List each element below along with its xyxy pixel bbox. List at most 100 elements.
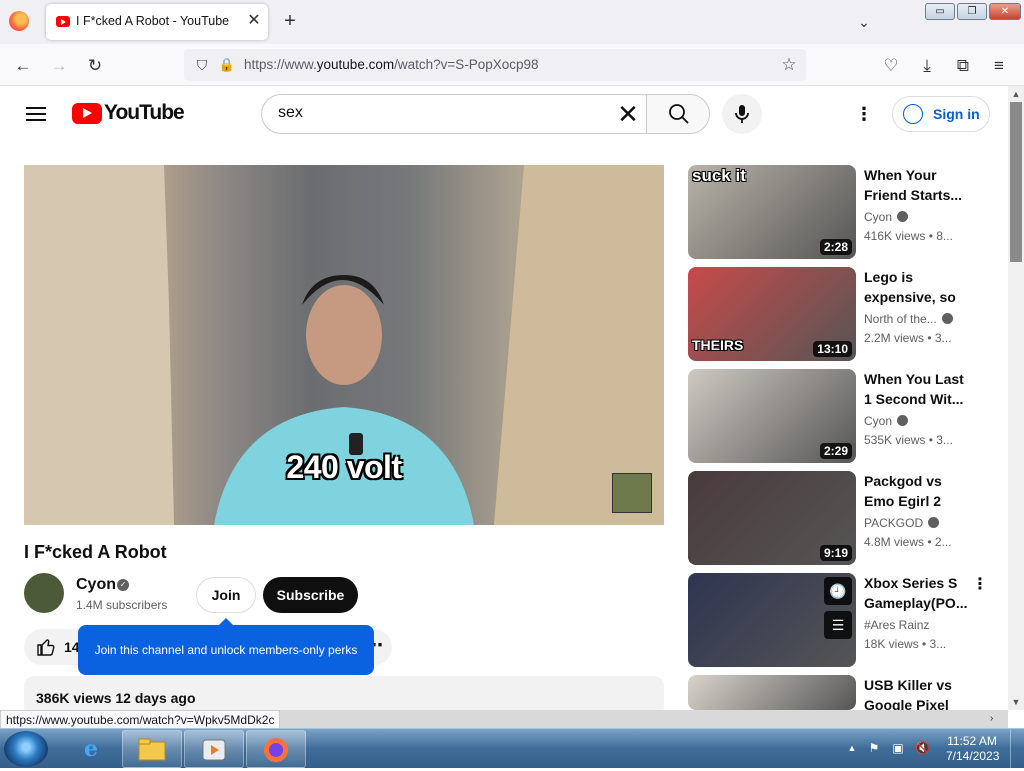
youtube-favicon-icon: [56, 16, 70, 27]
join-tooltip: Join this channel and unlock members-onl…: [78, 618, 374, 675]
youtube-masthead: YouTube ✕ ⋮ Sign in: [0, 86, 1008, 142]
recommendation-meta: 18K views • 3...: [864, 637, 947, 651]
recommendation-thumbnail[interactable]: 2:29: [688, 369, 856, 463]
recommendation-channel[interactable]: North of the...: [864, 312, 953, 326]
settings-more-icon[interactable]: ⋮: [852, 102, 876, 126]
join-button[interactable]: Join: [196, 577, 256, 613]
verified-badge-icon: [897, 415, 909, 426]
verified-badge-icon: ✓: [117, 579, 129, 591]
show-desktop-button[interactable]: [1010, 729, 1024, 769]
recommendation-title[interactable]: When You Last 1 Second Wit...: [864, 369, 968, 411]
url-domain: youtube.com: [316, 57, 395, 72]
window-maximize-button[interactable]: ❐: [957, 3, 987, 20]
folder-icon: [137, 736, 167, 764]
microphone-icon: [735, 105, 749, 123]
channel-watermark[interactable]: [612, 473, 652, 513]
tab-close-icon[interactable]: ✕: [243, 10, 265, 32]
guide-menu-icon[interactable]: [24, 103, 48, 123]
sign-in-button[interactable]: Sign in: [892, 96, 990, 132]
recommendation-channel[interactable]: Cyon: [864, 210, 909, 224]
recommendation-card[interactable]: USB Killer vs Google Pixel 2...: [688, 675, 988, 713]
recommendation-card[interactable]: suck it 2:28 When Your Friend Starts... Cyo…: [688, 165, 988, 259]
browser-tab[interactable]: I F*cked A Robot - YouTube ✕: [46, 4, 268, 40]
recommendation-thumbnail[interactable]: [688, 675, 856, 710]
url-bar[interactable]: ⛉ 🔒 https://www.youtube.com/watch?v=S-Po…: [184, 49, 806, 81]
recommendation-title[interactable]: When Your Friend Starts...: [864, 165, 968, 207]
youtube-logo-icon[interactable]: [72, 103, 102, 124]
url-path: /watch?v=S-PopXocp98: [394, 57, 539, 72]
forward-icon[interactable]: →: [46, 53, 72, 79]
extensions-icon[interactable]: ⧉: [950, 53, 976, 79]
tab-title: I F*cked A Robot - YouTube: [76, 14, 230, 28]
status-link-preview: https://www.youtube.com/watch?v=Wpkv5MdD…: [0, 710, 281, 730]
youtube-logo-text[interactable]: YouTube: [104, 101, 185, 125]
recommendation-channel-name: PACKGOD: [864, 516, 924, 530]
back-icon[interactable]: ←: [10, 53, 36, 79]
video-caption: 240 volt: [286, 449, 402, 485]
recommendation-meta: 416K views • 8...: [864, 229, 953, 243]
browser-tab-strip: I F*cked A Robot - YouTube ✕ + ⌄ ▭ ❐ ✕: [0, 0, 1024, 44]
recommendation-thumbnail[interactable]: 🕘 ☰: [688, 573, 856, 667]
recommendation-channel[interactable]: #Ares Rainz: [864, 618, 929, 632]
scroll-down-icon[interactable]: ▼: [1010, 696, 1022, 708]
volume-muted-icon[interactable]: 🔇: [915, 741, 930, 755]
firefox-icon: [261, 736, 291, 764]
tracking-shield-icon[interactable]: ⛉: [192, 55, 212, 75]
search-button[interactable]: [646, 94, 710, 134]
channel-avatar[interactable]: [24, 573, 64, 613]
thumbnail-overlay-text: suck it: [692, 166, 746, 185]
video-player[interactable]: 240 volt: [24, 165, 664, 525]
recommendation-card[interactable]: 🕘 ☰ ⋮ Xbox Series S Gameplay(PO... #Ares Rai…: [688, 573, 988, 667]
taskbar-media[interactable]: [184, 730, 244, 768]
recommendation-title[interactable]: Xbox Series S Gameplay(PO...: [864, 573, 968, 615]
bookmark-star-icon[interactable]: ☆: [778, 54, 800, 76]
tray-expand-icon[interactable]: ▲: [845, 741, 859, 755]
taskbar-explorer[interactable]: [122, 730, 182, 768]
app-menu-icon[interactable]: ≡: [986, 53, 1012, 79]
duration-badge: 9:19: [819, 545, 852, 561]
network-icon[interactable]: ▣: [891, 741, 905, 755]
lock-icon[interactable]: 🔒: [218, 55, 236, 75]
scrollbar-thumb[interactable]: [1010, 102, 1022, 262]
subscribe-button[interactable]: Subscribe: [263, 577, 358, 613]
taskbar-firefox[interactable]: [246, 730, 306, 768]
recommendation-thumbnail[interactable]: 9:19: [688, 471, 856, 565]
window-close-button[interactable]: ✕: [989, 3, 1021, 20]
search-icon: [669, 104, 689, 124]
taskbar-ie[interactable]: e: [62, 730, 118, 768]
recommendation-menu-icon[interactable]: ⋮: [972, 575, 988, 595]
recommendation-meta: 4.8M views • 2...: [864, 535, 952, 549]
pocket-icon[interactable]: ♡: [878, 53, 904, 79]
vertical-scrollbar[interactable]: ▲ ▼: [1008, 86, 1024, 710]
recommendation-card[interactable]: 9:19 Packgod vs Emo Egirl 2 PACKGOD 4.8M vi…: [688, 471, 988, 565]
tray-clock[interactable]: 11:52 AM 7/14/2023: [946, 734, 999, 764]
recommendation-title[interactable]: Lego is expensive, so ...: [864, 267, 968, 309]
window-minimize-button[interactable]: ▭: [925, 3, 955, 20]
add-to-queue-icon[interactable]: ☰: [824, 611, 852, 639]
recommendation-channel[interactable]: Cyon: [864, 414, 909, 428]
recommendation-meta: 535K views • 3...: [864, 433, 953, 447]
watch-later-clock-icon[interactable]: 🕘: [824, 577, 852, 605]
recommendation-channel[interactable]: PACKGOD: [864, 516, 940, 530]
scroll-right-icon[interactable]: ›: [990, 713, 993, 724]
reload-icon[interactable]: ↻: [82, 53, 108, 79]
channel-name[interactable]: Cyon: [76, 576, 116, 594]
voice-search-button[interactable]: [722, 94, 762, 134]
recommendation-card[interactable]: THEIRS 13:10 Lego is expensive, so ... Nort…: [688, 267, 988, 361]
search-clear-icon[interactable]: ✕: [614, 101, 642, 129]
scroll-up-icon[interactable]: ▲: [1010, 88, 1022, 100]
firefox-logo-icon[interactable]: [9, 11, 29, 31]
search-input[interactable]: [278, 104, 598, 122]
recommendation-title[interactable]: Packgod vs Emo Egirl 2: [864, 471, 968, 513]
recommendation-thumbnail[interactable]: THEIRS 13:10: [688, 267, 856, 361]
start-button[interactable]: [4, 731, 48, 767]
url-text[interactable]: https://www.youtube.com/watch?v=S-PopXoc…: [244, 57, 539, 72]
downloads-icon[interactable]: ⤓: [914, 53, 940, 79]
recommendation-thumbnail[interactable]: suck it 2:28: [688, 165, 856, 259]
media-player-icon: [199, 736, 229, 764]
list-all-tabs-button[interactable]: ⌄: [852, 10, 876, 34]
recommendation-card[interactable]: 2:29 When You Last 1 Second Wit... Cyon 535…: [688, 369, 988, 463]
new-tab-button[interactable]: +: [279, 10, 301, 32]
action-center-flag-icon[interactable]: ⚑: [867, 741, 881, 755]
recommendation-channel-name: Cyon: [864, 414, 893, 428]
